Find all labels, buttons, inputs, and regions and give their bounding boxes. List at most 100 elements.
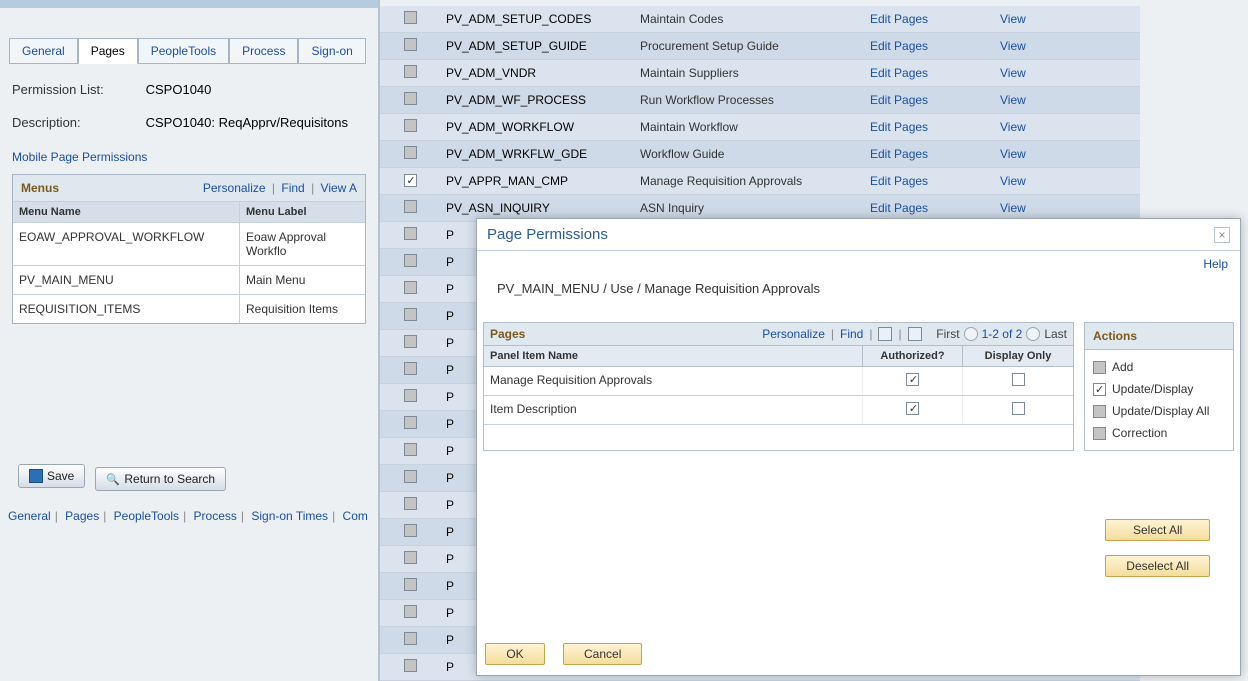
save-button[interactable]: Save	[18, 464, 85, 488]
row-checkbox[interactable]	[404, 308, 417, 321]
action-add[interactable]: Add	[1093, 356, 1225, 378]
row-checkbox[interactable]	[404, 38, 417, 51]
action-update-display-all[interactable]: Update/Display All	[1093, 400, 1225, 422]
nav-first-label: First	[936, 327, 959, 341]
component-code: PV_APPR_MAN_CMP	[440, 174, 640, 188]
row-checkbox[interactable]	[404, 146, 417, 159]
row-checkbox[interactable]	[404, 174, 417, 187]
action-correction[interactable]: Correction	[1093, 422, 1225, 444]
component-desc: Procurement Setup Guide	[640, 39, 870, 53]
row-checkbox[interactable]	[404, 227, 417, 240]
component-code: PV_ADM_WORKFLOW	[440, 120, 640, 134]
component-row: PV_ADM_WORKFLOWMaintain WorkflowEdit Pag…	[380, 114, 1140, 141]
zoom-icon[interactable]	[878, 327, 892, 341]
row-checkbox[interactable]	[404, 551, 417, 564]
pages-find-link[interactable]: Find	[840, 327, 863, 341]
col-panel-item-name: Panel Item Name	[484, 346, 863, 366]
link-signon-times[interactable]: Sign-on Times	[251, 509, 328, 523]
row-checkbox[interactable]	[404, 281, 417, 294]
description-label: Description:	[12, 115, 142, 130]
row-checkbox[interactable]	[404, 416, 417, 429]
edit-pages-link[interactable]: Edit Pages	[870, 147, 1000, 161]
tab-signon[interactable]: Sign-on	[298, 38, 365, 64]
row-checkbox[interactable]	[404, 443, 417, 456]
row-checkbox[interactable]	[404, 632, 417, 645]
component-row: PV_ADM_WRKFLW_GDEWorkflow GuideEdit Page…	[380, 141, 1140, 168]
row-checkbox[interactable]	[404, 524, 417, 537]
view-link[interactable]: View	[1000, 201, 1080, 215]
dialog-title: Page Permissions	[487, 226, 608, 243]
perm-list-value: CSPO1040	[146, 82, 212, 97]
menus-personalize-link[interactable]: Personalize	[203, 181, 266, 195]
select-all-button[interactable]: Select All	[1105, 519, 1210, 541]
row-checkbox[interactable]	[404, 362, 417, 375]
mobile-page-permissions-link[interactable]: Mobile Page Permissions	[12, 150, 147, 164]
pages-grid: Pages Personalize | Find | | First 1-2 o…	[483, 322, 1074, 451]
authorized-checkbox[interactable]	[906, 373, 919, 386]
authorized-checkbox[interactable]	[906, 402, 919, 415]
link-pages[interactable]: Pages	[65, 509, 99, 523]
row-checkbox[interactable]	[404, 605, 417, 618]
link-peopletools[interactable]: PeopleTools	[114, 509, 179, 523]
tab-peopletools[interactable]: PeopleTools	[138, 38, 229, 64]
link-process[interactable]: Process	[194, 509, 237, 523]
row-checkbox[interactable]	[404, 254, 417, 267]
row-checkbox[interactable]	[404, 659, 417, 672]
ok-button[interactable]: OK	[485, 643, 545, 665]
nav-range[interactable]: 1-2 of 2	[982, 327, 1023, 341]
pages-grid-title: Pages	[490, 327, 525, 341]
edit-pages-link[interactable]: Edit Pages	[870, 66, 1000, 80]
view-link[interactable]: View	[1000, 174, 1080, 188]
edit-pages-link[interactable]: Edit Pages	[870, 120, 1000, 134]
dialog-breadcrumb: PV_MAIN_MENU / Use / Manage Requisition …	[477, 271, 1240, 296]
view-link[interactable]: View	[1000, 66, 1080, 80]
view-link[interactable]: View	[1000, 120, 1080, 134]
link-general[interactable]: General	[8, 509, 51, 523]
row-checkbox[interactable]	[404, 470, 417, 483]
display-only-checkbox[interactable]	[1012, 402, 1025, 415]
return-to-search-button[interactable]: Return to Search	[95, 467, 226, 491]
menu-row[interactable]: REQUISITION_ITEMS Requisition Items	[13, 294, 365, 323]
component-code: PV_ADM_VNDR	[440, 66, 640, 80]
cancel-button[interactable]: Cancel	[563, 643, 642, 665]
actions-title: Actions	[1085, 323, 1233, 350]
pages-personalize-link[interactable]: Personalize	[762, 327, 825, 341]
menu-row[interactable]: PV_MAIN_MENU Main Menu	[13, 265, 365, 294]
dialog-close-button[interactable]: ×	[1214, 227, 1230, 243]
view-link[interactable]: View	[1000, 93, 1080, 107]
link-com[interactable]: Com	[343, 509, 368, 523]
download-icon[interactable]	[908, 327, 922, 341]
display-only-checkbox[interactable]	[1012, 373, 1025, 386]
edit-pages-link[interactable]: Edit Pages	[870, 93, 1000, 107]
action-update-display[interactable]: Update/Display	[1093, 378, 1225, 400]
menu-row[interactable]: EOAW_APPROVAL_WORKFLOW Eoaw Approval Wor…	[13, 222, 365, 265]
menus-viewall[interactable]: View A	[321, 181, 357, 195]
component-row: PV_ADM_WF_PROCESSRun Workflow ProcessesE…	[380, 87, 1140, 114]
tab-general[interactable]: General	[9, 38, 78, 64]
row-checkbox[interactable]	[404, 389, 417, 402]
menus-find-link[interactable]: Find	[281, 181, 304, 195]
row-checkbox[interactable]	[404, 11, 417, 24]
edit-pages-link[interactable]: Edit Pages	[870, 39, 1000, 53]
nav-next-icon[interactable]	[1026, 327, 1040, 341]
tab-pages[interactable]: Pages	[78, 38, 138, 64]
deselect-all-button[interactable]: Deselect All	[1105, 555, 1210, 577]
component-desc: Maintain Workflow	[640, 120, 870, 134]
row-checkbox[interactable]	[404, 200, 417, 213]
row-checkbox[interactable]	[404, 335, 417, 348]
row-checkbox[interactable]	[404, 119, 417, 132]
row-checkbox[interactable]	[404, 92, 417, 105]
dialog-help-link[interactable]: Help	[1203, 257, 1228, 271]
row-checkbox[interactable]	[404, 578, 417, 591]
nav-prev-icon[interactable]	[964, 327, 978, 341]
row-checkbox[interactable]	[404, 497, 417, 510]
row-checkbox[interactable]	[404, 65, 417, 78]
view-link[interactable]: View	[1000, 12, 1080, 26]
view-link[interactable]: View	[1000, 39, 1080, 53]
edit-pages-link[interactable]: Edit Pages	[870, 12, 1000, 26]
edit-pages-link[interactable]: Edit Pages	[870, 201, 1000, 215]
edit-pages-link[interactable]: Edit Pages	[870, 174, 1000, 188]
bottom-tab-links: General| Pages| PeopleTools| Process| Si…	[8, 509, 378, 523]
view-link[interactable]: View	[1000, 147, 1080, 161]
tab-process[interactable]: Process	[229, 38, 298, 64]
